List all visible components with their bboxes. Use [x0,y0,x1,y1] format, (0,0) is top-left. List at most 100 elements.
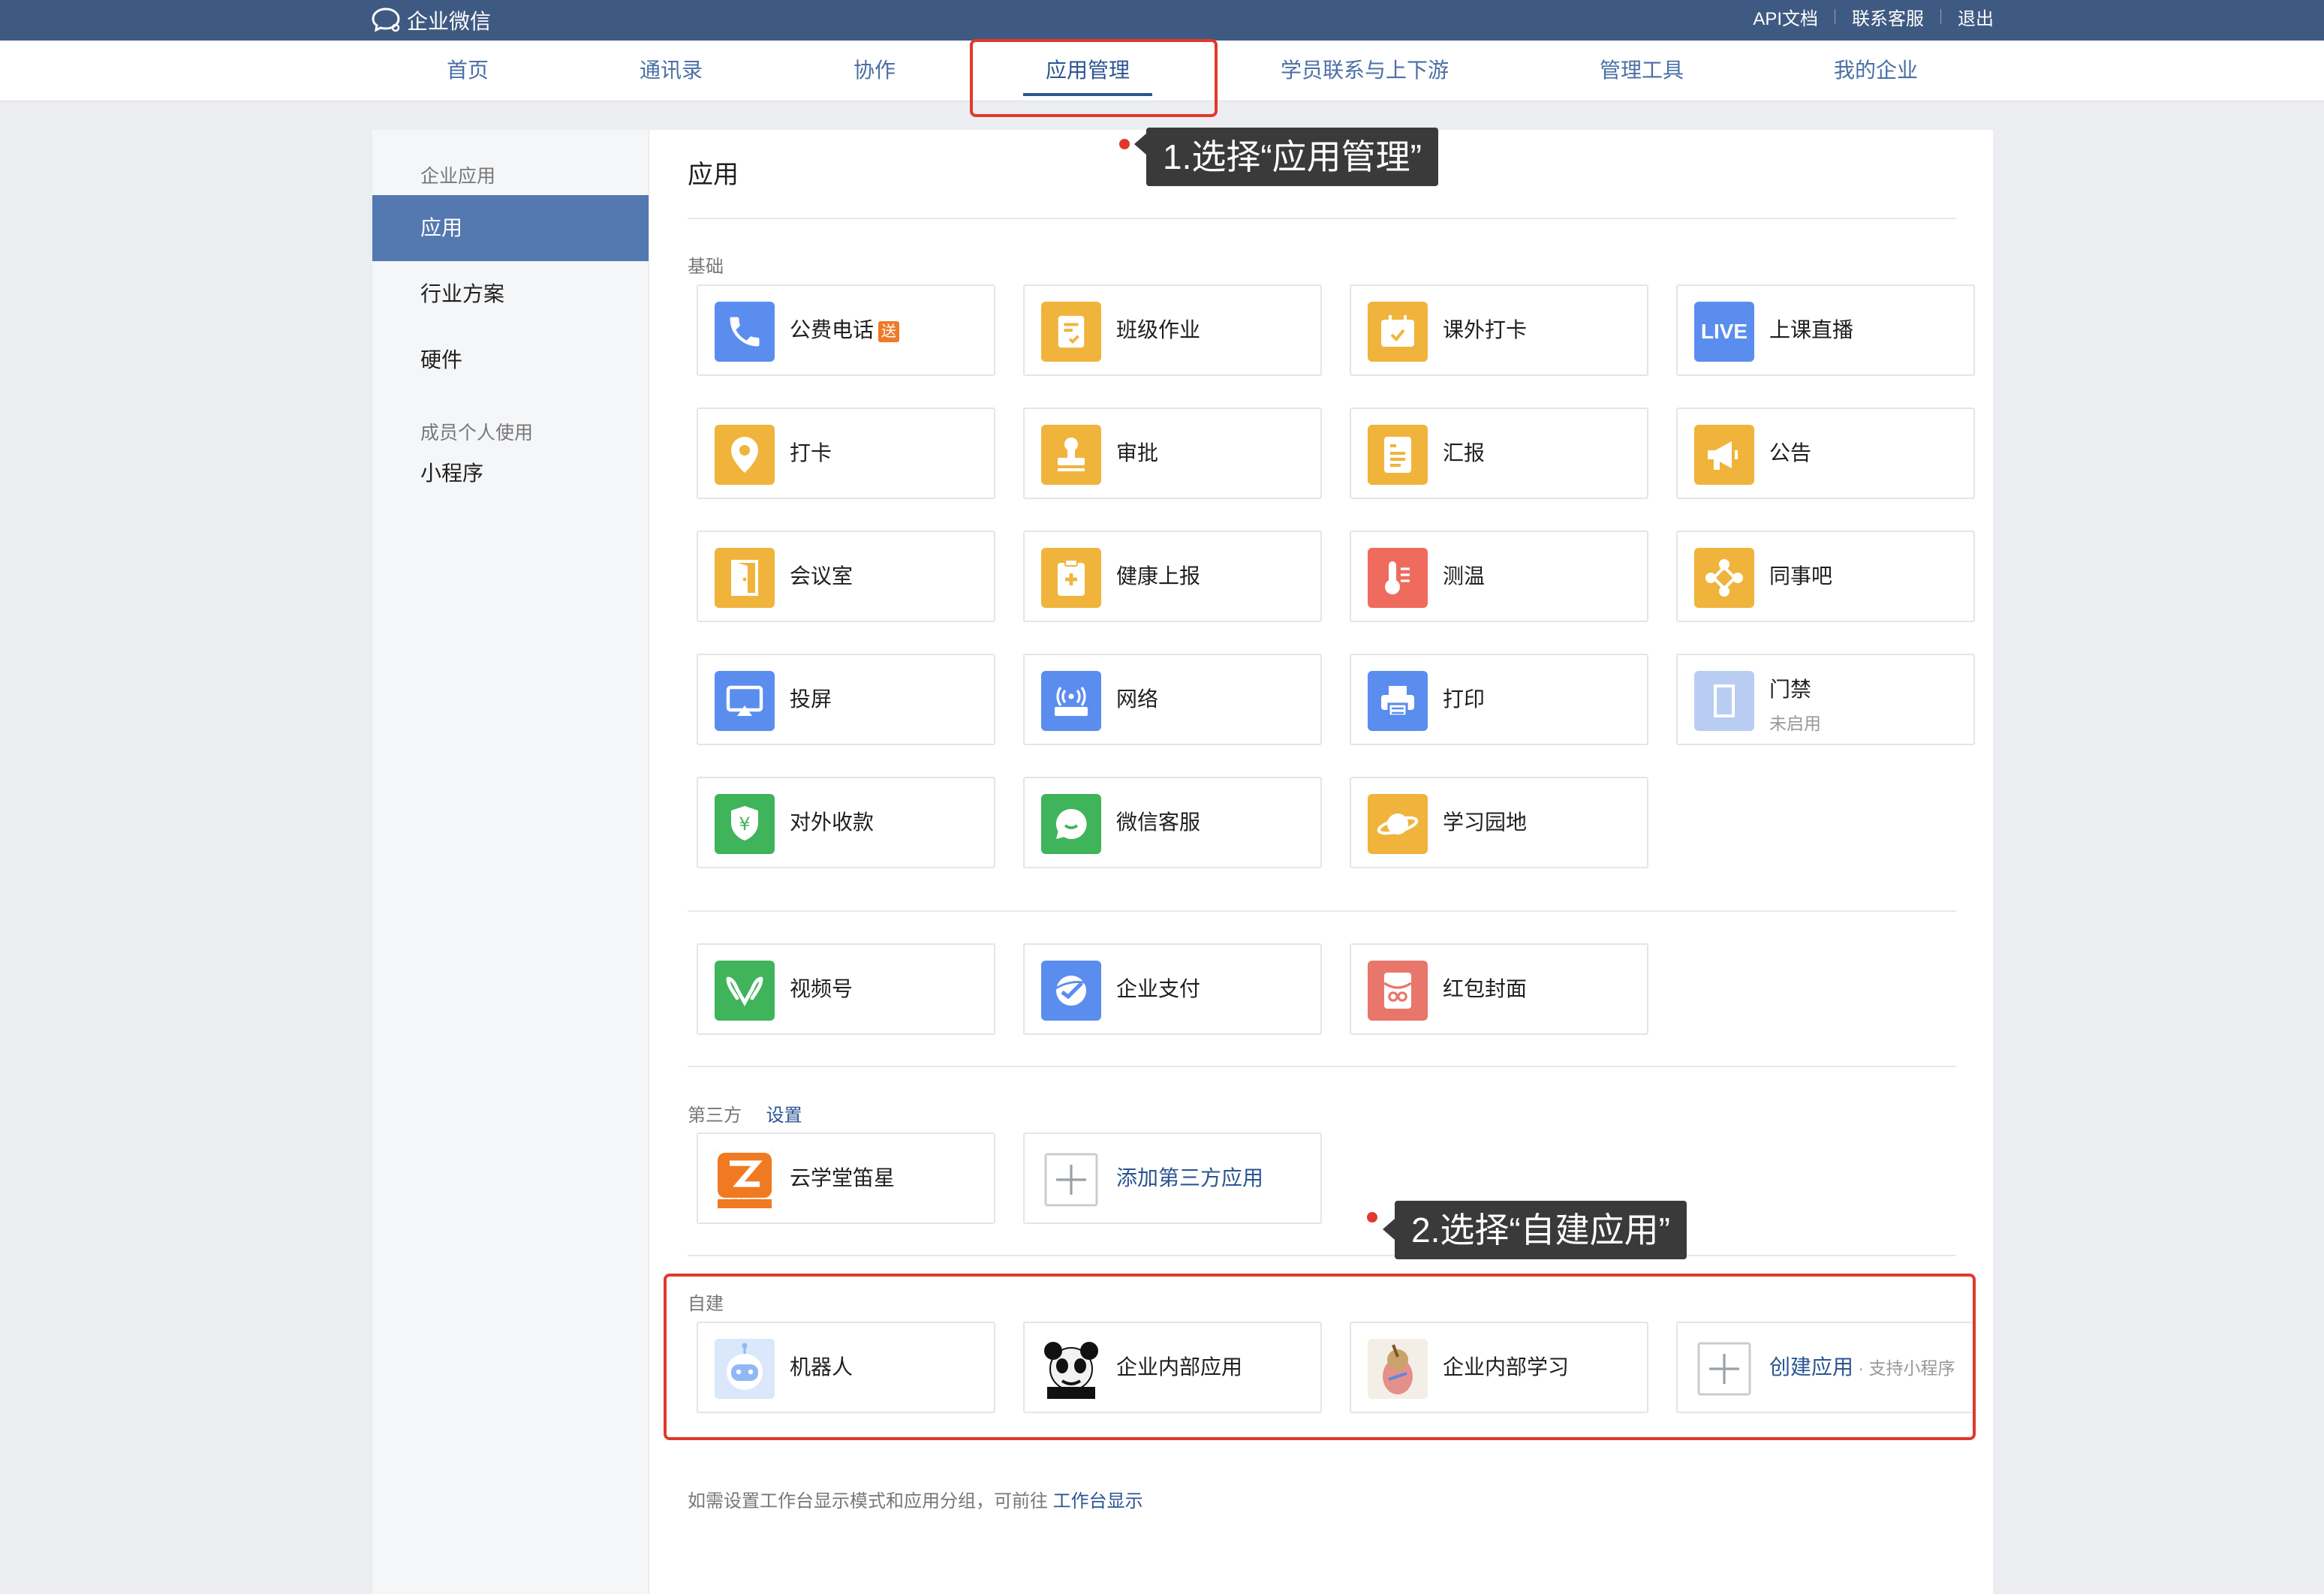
live-icon: LIVE [1694,302,1754,362]
logo-tagline: 智能轻学习 [724,1199,762,1208]
top-bar: 企业微信 API文档 联系客服 退出 [0,0,2324,41]
door-icon [715,548,775,608]
app-card[interactable]: 网络 [1023,654,1322,745]
app-name: 课外打卡 [1443,286,1527,374]
app-card[interactable]: 公告 [1676,408,1975,499]
app-card[interactable]: 课外打卡 [1350,284,1648,376]
app-card[interactable]: 会议室 [697,531,995,622]
nav-home[interactable]: 首页 [447,41,489,101]
brand-name: 企业微信 [407,10,492,33]
annotation-step2: 2.选择“自建应用” [1395,1201,1687,1259]
yuan-shield-icon: ¥ [715,794,775,854]
wecom-logo-icon [372,8,400,32]
app-name: 测温 [1443,532,1485,621]
annotation-step1: 1.选择“应用管理” [1146,128,1438,186]
pay-icon [1041,961,1101,1021]
app-card[interactable]: 打印 [1350,654,1648,745]
nav-contacts[interactable]: 通讯录 [640,41,703,101]
app-card[interactable]: 打卡 [697,408,995,499]
report-icon [1368,425,1428,485]
app-label: 上课直播 [1769,318,1854,341]
thermometer-icon [1368,548,1428,608]
channels-icon [715,961,775,1021]
app-card[interactable]: 门禁 未启用 [1676,654,1975,745]
app-label: 微信客服 [1116,811,1201,834]
app-card[interactable]: 微信客服 [1023,777,1322,868]
router-icon [1041,671,1101,731]
divider [688,910,1956,912]
app-card[interactable]: 同事吧 [1676,531,1975,622]
app-name: 学习园地 [1443,778,1527,867]
app-name: 同事吧 [1769,532,1832,621]
divider [688,1066,1956,1067]
section-label-third-party: 第三方 设置 [688,1100,802,1126]
calendar-check-icon [1368,302,1428,362]
app-card[interactable]: LIVE 上课直播 [1676,284,1975,376]
app-label: 云学堂笛星 [790,1166,896,1189]
contact-support-link[interactable]: 联系客服 [1852,4,1924,30]
hint-text: 如需设置工作台显示模式和应用分组，可前往 [688,1491,1053,1511]
sidebar-item-apps[interactable]: 应用 [372,195,649,261]
app-name: 健康上报 [1116,532,1200,621]
app-card[interactable]: 红包封面 [1350,943,1648,1035]
screen-cast-icon [715,671,775,731]
workbench-display-link[interactable]: 工作台显示 [1053,1491,1143,1511]
nav-collaboration[interactable]: 协作 [853,41,896,101]
stamp-icon [1041,425,1101,485]
app-label[interactable]: 添加第三方应用 [1116,1166,1263,1189]
app-name: 微信客服 [1116,778,1200,867]
app-label: 健康上报 [1116,564,1201,588]
brand[interactable]: 企业微信 [371,0,491,41]
app-card[interactable]: 汇报 [1350,408,1648,499]
phone-icon [715,302,775,362]
app-card[interactable]: 视频号 [697,943,995,1035]
nav-student-contacts[interactable]: 学员联系与上下游 [1281,41,1449,101]
annotation-dot-1 [1119,139,1130,149]
megaphone-icon [1694,425,1754,485]
sidebar-item-industry-solutions[interactable]: 行业方案 [372,261,649,327]
homework-icon [1041,302,1101,362]
nav-my-enterprise[interactable]: 我的企业 [1834,41,1918,101]
app-label: 网络 [1116,687,1159,711]
app-label: 汇报 [1443,441,1486,465]
app-card[interactable]: 审批 [1023,408,1322,499]
annotation-highlight-custom-apps [664,1274,1976,1440]
app-card[interactable]: 班级作业 [1023,284,1322,376]
app-name: 班级作业 [1116,286,1200,374]
app-card[interactable]: 云学堂笛星智能轻学习 [697,1132,995,1224]
app-label: 投屏 [790,687,832,711]
nav-management-tools[interactable]: 管理工具 [1600,41,1684,101]
app-card[interactable]: ¥ 对外收款 [697,777,995,868]
app-card[interactable]: 投屏 [697,654,995,745]
location-pin-icon [715,425,775,485]
app-label: 学习园地 [1443,811,1528,834]
app-name: 门禁 未启用 [1769,673,1821,762]
app-name: 企业支付 [1116,945,1200,1033]
app-name: 添加第三方应用 [1116,1134,1263,1223]
app-label: 红包封面 [1443,977,1528,1000]
app-card[interactable]: 测温 [1350,531,1648,622]
callout-pointer-1 [1134,134,1146,155]
app-card[interactable]: 学习园地 [1350,777,1648,868]
app-label: 审批 [1116,441,1159,465]
app-card[interactable]: 企业支付 [1023,943,1322,1035]
api-docs-link[interactable]: API文档 [1753,4,1818,30]
plus-icon [1044,1153,1098,1207]
app-card[interactable]: 添加第三方应用 [1023,1132,1322,1224]
sidebar-item-mini-programs[interactable]: 小程序 [372,441,649,507]
app-card[interactable]: 健康上报 [1023,531,1322,622]
printer-icon [1368,671,1428,731]
callout-pointer-2 [1383,1219,1395,1240]
chat-bubble-icon [1041,794,1101,854]
workbench-hint: 如需设置工作台显示模式和应用分组，可前往 工作台显示 [688,1486,1143,1512]
svg-text:¥: ¥ [739,814,750,835]
logout-link[interactable]: 退出 [1958,4,1994,30]
sidebar-item-hardware[interactable]: 硬件 [372,327,649,393]
access-door-icon [1694,671,1754,731]
third-party-settings-link[interactable]: 设置 [766,1105,802,1126]
app-card[interactable]: 公费电话送 [697,284,995,376]
app-label: 公费电话 [790,318,875,341]
app-label: 打卡 [790,441,832,465]
app-label: 同事吧 [1769,564,1833,588]
app-name: 红包封面 [1443,945,1527,1033]
